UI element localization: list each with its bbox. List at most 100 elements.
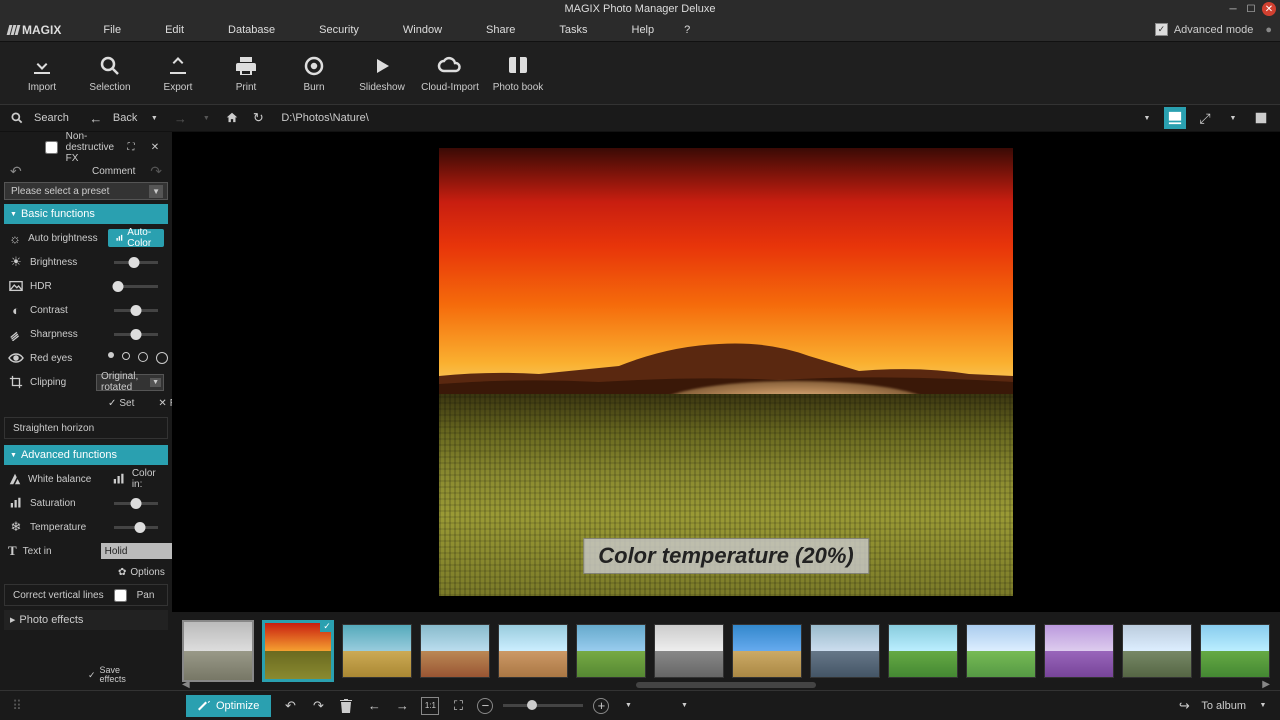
hdr-slider[interactable]: [114, 285, 158, 288]
menu-security[interactable]: Security: [297, 20, 381, 40]
maximize-button[interactable]: ☐: [1244, 2, 1258, 16]
advanced-mode-checkbox[interactable]: ✓: [1155, 23, 1168, 36]
cloud-import-button[interactable]: Cloud-Import: [416, 42, 484, 104]
optimize-button[interactable]: Optimize: [186, 695, 271, 717]
delete-icon[interactable]: [337, 697, 355, 715]
thumbnail-5[interactable]: [498, 624, 568, 678]
menu-share[interactable]: Share: [464, 20, 537, 40]
saturation-slider[interactable]: [114, 502, 158, 505]
thumbnail-8[interactable]: [732, 624, 802, 678]
thumbnail-12[interactable]: [1044, 624, 1114, 678]
text-in-input[interactable]: [101, 543, 172, 559]
view-grid-icon[interactable]: [1164, 107, 1186, 129]
view-dropdown[interactable]: ▼: [1224, 109, 1242, 127]
clipping-select[interactable]: Original, rotated: [96, 374, 164, 391]
fullscreen-icon[interactable]: ⛶: [449, 697, 467, 715]
menu-edit[interactable]: Edit: [143, 20, 206, 40]
contrast-slider[interactable]: [114, 309, 158, 312]
pan-checkbox[interactable]: [114, 589, 127, 602]
view-single-icon[interactable]: [1250, 107, 1272, 129]
home-icon[interactable]: [223, 109, 241, 127]
thumbnail-10[interactable]: [888, 624, 958, 678]
zoom-in-icon[interactable]: +: [593, 698, 609, 714]
redo-bottom-icon[interactable]: ↷: [309, 697, 327, 715]
menu-help[interactable]: Help: [610, 20, 677, 40]
refresh-icon[interactable]: ↻: [249, 109, 267, 127]
zoom-out-icon[interactable]: −: [477, 698, 493, 714]
zoom-slider[interactable]: [503, 704, 583, 707]
expand-icon[interactable]: ⛶: [122, 138, 140, 156]
white-balance-button[interactable]: White balance: [28, 474, 100, 485]
back-dropdown[interactable]: ▼: [145, 109, 163, 127]
nondestructive-checkbox[interactable]: [45, 141, 58, 154]
menu-tasks[interactable]: Tasks: [537, 20, 609, 40]
path-dropdown[interactable]: ▼: [1138, 109, 1156, 127]
thumbnail-9[interactable]: [810, 624, 880, 678]
burn-button[interactable]: Burn: [280, 42, 348, 104]
to-album-dropdown[interactable]: ▼: [1254, 697, 1272, 715]
zoom-dropdown[interactable]: ▼: [619, 697, 637, 715]
thumbnail-13[interactable]: [1122, 624, 1192, 678]
set-button[interactable]: ✓ Set: [108, 398, 134, 409]
thumbnail-3[interactable]: [342, 624, 412, 678]
undo-bottom-icon[interactable]: ↶: [281, 697, 299, 715]
prev-photo-icon[interactable]: ←: [365, 697, 383, 715]
photo-preview[interactable]: Color temperature (20%): [172, 132, 1280, 612]
photo-effects-header[interactable]: Photo effects: [4, 610, 168, 630]
thumbnail-4[interactable]: [420, 624, 490, 678]
import-button[interactable]: Import: [8, 42, 76, 104]
temperature-slider[interactable]: [114, 526, 158, 529]
filmstrip-scrollbar[interactable]: [636, 682, 816, 688]
save-effects-button[interactable]: ✓ Save effects: [0, 660, 172, 690]
close-button[interactable]: ✕: [1262, 2, 1276, 16]
back-arrow-icon[interactable]: ←: [87, 109, 105, 127]
path-display[interactable]: D:\Photos\Nature\: [281, 112, 368, 124]
to-album-icon[interactable]: ↪: [1175, 697, 1193, 715]
straighten-horizon-button[interactable]: Straighten horizon: [4, 417, 168, 439]
advanced-functions-header[interactable]: Advanced functions: [4, 445, 168, 465]
slideshow-button[interactable]: Slideshow: [348, 42, 416, 104]
minimize-button[interactable]: ─: [1226, 2, 1240, 16]
brightness-slider[interactable]: [114, 261, 158, 264]
reset-button[interactable]: ✕ Reset: [158, 398, 172, 409]
next-photo-icon[interactable]: →: [393, 697, 411, 715]
thumbnail-7[interactable]: [654, 624, 724, 678]
thumbnail-14[interactable]: [1200, 624, 1270, 678]
auto-color-button[interactable]: Auto-Color: [108, 229, 164, 247]
thumbnail-2[interactable]: [262, 620, 334, 682]
back-label[interactable]: Back: [113, 112, 137, 124]
to-album-label[interactable]: To album: [1201, 700, 1246, 712]
thumbnail-11[interactable]: [966, 624, 1036, 678]
menu-help-icon[interactable]: ?: [676, 20, 698, 40]
redeyes-size-selector[interactable]: [108, 352, 168, 364]
search-icon[interactable]: [8, 109, 26, 127]
correct-vertical-button[interactable]: Correct vertical lines: [13, 590, 104, 601]
grid-handle-icon[interactable]: ⠿: [8, 697, 26, 715]
thumbnail-6[interactable]: [576, 624, 646, 678]
sharpness-slider[interactable]: [114, 333, 158, 336]
photo-book-button[interactable]: Photo book: [484, 42, 552, 104]
forward-arrow-icon[interactable]: →: [171, 109, 189, 127]
auto-brightness-button[interactable]: Auto brightness: [28, 233, 100, 244]
redo-icon[interactable]: ↷: [150, 163, 162, 180]
view-compare-icon[interactable]: ⤢: [1194, 107, 1216, 129]
options-button[interactable]: ✿ Options: [0, 563, 172, 582]
close-panel-icon[interactable]: ✕: [146, 138, 164, 156]
filmstrip-left-arrow[interactable]: ◀: [182, 679, 190, 690]
zoom-11-icon[interactable]: 1:1: [421, 697, 439, 715]
selection-button[interactable]: Selection: [76, 42, 144, 104]
filmstrip-right-arrow[interactable]: ▶: [1262, 679, 1270, 690]
rating-dropdown[interactable]: ▼: [675, 697, 693, 715]
menu-file[interactable]: File: [81, 20, 143, 40]
export-button[interactable]: Export: [144, 42, 212, 104]
thumbnail-1[interactable]: [182, 620, 254, 682]
forward-dropdown[interactable]: ▼: [197, 109, 215, 127]
print-button[interactable]: Print: [212, 42, 280, 104]
rating-icon[interactable]: [647, 697, 665, 715]
menu-database[interactable]: Database: [206, 20, 297, 40]
preset-select[interactable]: Please select a preset: [4, 182, 168, 200]
menu-window[interactable]: Window: [381, 20, 464, 40]
basic-functions-header[interactable]: Basic functions: [4, 204, 168, 224]
search-label[interactable]: Search: [34, 112, 69, 124]
color-in-label[interactable]: Color in:: [132, 468, 164, 490]
